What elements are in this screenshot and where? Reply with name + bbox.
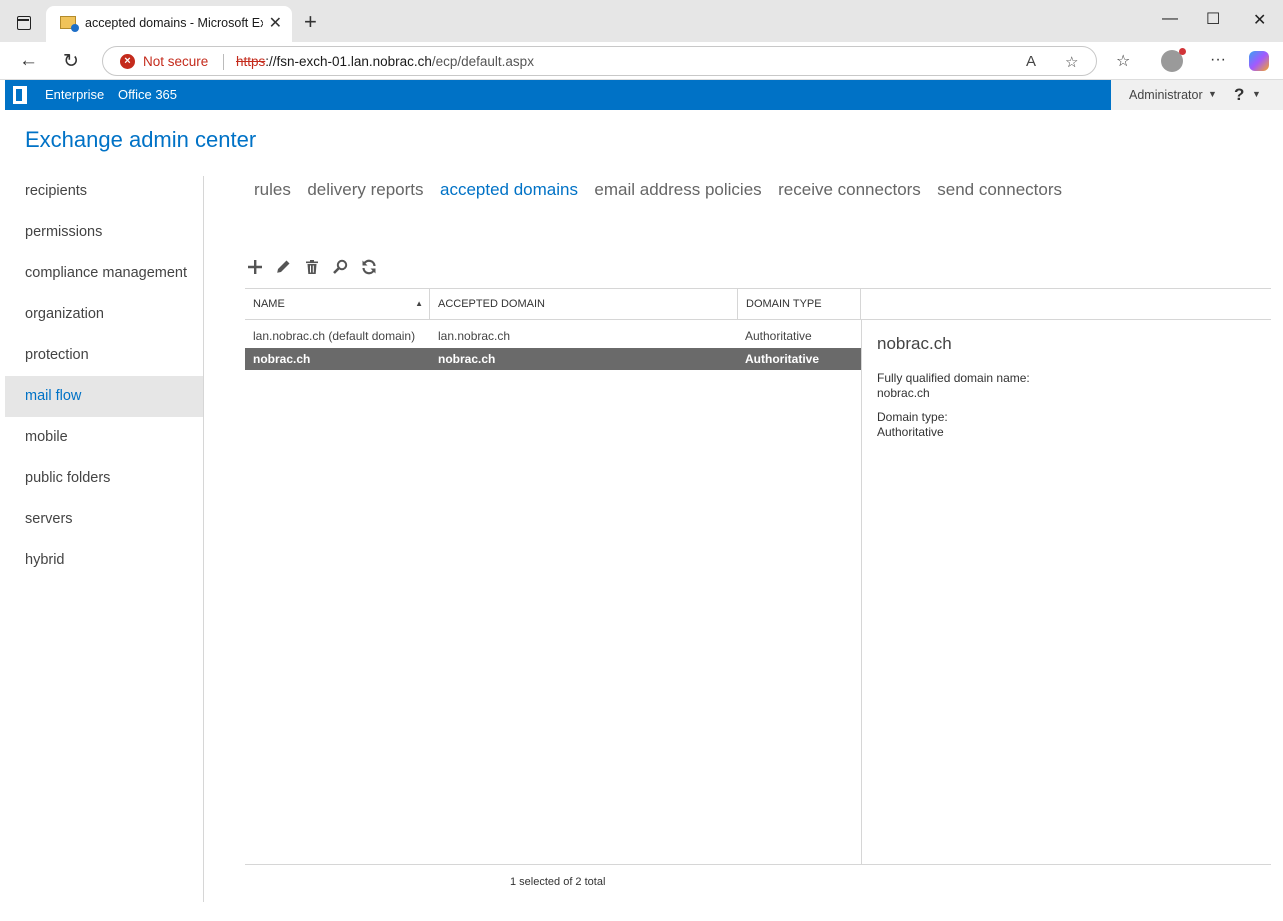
tab-actions-icon[interactable] (17, 16, 31, 30)
details-title: nobrac.ch (877, 334, 952, 353)
close-tab-icon[interactable]: ✕ (269, 13, 282, 33)
delete-trash-icon[interactable] (303, 258, 325, 278)
leftnav-item-public-folders[interactable]: public folders (5, 458, 203, 499)
column-header-domain-type[interactable]: DOMAIN TYPE (738, 289, 861, 319)
leftnav-item-hybrid[interactable]: hybrid (5, 540, 203, 581)
eac-header: Enterprise Office 365 (5, 80, 1111, 110)
subtab-bar: rules delivery reports accepted domains … (254, 180, 1074, 200)
table-row-selected[interactable]: nobrac.ch nobrac.ch Authoritative (245, 348, 861, 370)
nav-office365[interactable]: Office 365 (118, 87, 177, 102)
page-title: Exchange admin center (25, 127, 257, 152)
favorite-star-icon[interactable]: ☆ (1065, 53, 1078, 71)
fqdn-label: Fully qualified domain name: (877, 371, 1030, 385)
tab-email-address-policies[interactable]: email address policies (594, 180, 761, 200)
leftnav-item-mail-flow[interactable]: mail flow (5, 376, 203, 417)
tab-accepted-domains[interactable]: accepted domains (440, 180, 578, 200)
tab-send-connectors[interactable]: send connectors (937, 180, 1062, 200)
domain-type-value: Authoritative (877, 425, 944, 439)
browser-titlebar: accepted domains - Microsoft Exchange ✕ … (0, 0, 1283, 42)
cell-domain-type: Authoritative (745, 352, 820, 366)
chevron-down-icon[interactable]: ▼ (1252, 89, 1261, 99)
favorites-icon[interactable]: ☆ (1116, 51, 1130, 71)
refresh-icon[interactable] (360, 258, 382, 278)
refresh-icon[interactable]: ↻ (63, 50, 79, 73)
divider (223, 54, 224, 70)
notification-dot (1179, 48, 1186, 55)
column-header-accepted-domain[interactable]: ACCEPTED DOMAIN (430, 289, 738, 319)
divider (203, 176, 204, 902)
table-row[interactable]: lan.nobrac.ch (default domain) lan.nobra… (245, 325, 861, 347)
cell-name: nobrac.ch (253, 352, 311, 366)
grid-toolbar (246, 258, 384, 281)
not-secure-icon[interactable]: × (120, 54, 135, 69)
leftnav-item-organization[interactable]: organization (5, 294, 203, 335)
maximize-icon[interactable]: ☐ (1206, 9, 1220, 29)
leftnav-item-recipients[interactable]: recipients (5, 171, 203, 212)
user-menu[interactable]: Administrator (1129, 88, 1203, 102)
cell-accepted-domain: lan.nobrac.ch (438, 329, 511, 343)
address-bar[interactable]: × Not secure https://fsn-exch-01.lan.nob… (102, 46, 1097, 76)
domain-type-label: Domain type: (877, 410, 948, 424)
accepted-domains-grid: NAME ▲ ACCEPTED DOMAIN DOMAIN TYPE lan.n… (245, 288, 1271, 888)
tab-rules[interactable]: rules (254, 180, 291, 200)
edit-pencil-icon[interactable] (274, 258, 296, 278)
leftnav-item-permissions[interactable]: permissions (5, 212, 203, 253)
more-options-icon[interactable]: ··· (1210, 51, 1226, 69)
tab-title: accepted domains - Microsoft Exchange (85, 16, 263, 30)
tab-delivery-reports[interactable]: delivery reports (307, 180, 423, 200)
column-header-name[interactable]: NAME ▲ (245, 289, 430, 319)
divider (245, 864, 1271, 865)
new-tab-icon[interactable]: + (304, 9, 317, 35)
add-icon[interactable] (246, 258, 268, 278)
grid-header: NAME ▲ ACCEPTED DOMAIN DOMAIN TYPE (245, 288, 1271, 320)
url-text[interactable]: https://fsn-exch-01.lan.nobrac.ch/ecp/de… (236, 54, 534, 69)
leftnav-item-mobile[interactable]: mobile (5, 417, 203, 458)
divider (861, 320, 862, 864)
leftnav-item-servers[interactable]: servers (5, 499, 203, 540)
search-icon[interactable] (331, 258, 353, 278)
selection-status: 1 selected of 2 total (510, 876, 606, 888)
security-label[interactable]: Not secure (143, 54, 208, 69)
details-pane: nobrac.ch Fully qualified domain name: n… (877, 334, 1030, 449)
left-navigation: recipients permissions compliance manage… (5, 171, 203, 581)
user-area: Administrator ▼ ? ▼ (1111, 80, 1283, 110)
browser-toolbar: ← ↻ × Not secure https://fsn-exch-01.lan… (0, 42, 1283, 80)
read-aloud-icon[interactable]: A (1026, 53, 1036, 70)
back-icon[interactable]: ← (19, 50, 38, 72)
minimize-icon[interactable]: — (1162, 10, 1178, 28)
exchange-favicon-icon (60, 16, 79, 32)
nav-enterprise[interactable]: Enterprise (45, 87, 104, 102)
leftnav-item-compliance-management[interactable]: compliance management (5, 253, 203, 294)
fqdn-value: nobrac.ch (877, 386, 930, 400)
help-icon[interactable]: ? (1234, 85, 1244, 105)
chevron-down-icon[interactable]: ▼ (1208, 89, 1217, 99)
leftnav-item-protection[interactable]: protection (5, 335, 203, 376)
office-logo-icon (13, 86, 27, 104)
browser-tab[interactable]: accepted domains - Microsoft Exchange ✕ (46, 6, 292, 42)
copilot-icon[interactable] (1249, 51, 1269, 71)
sort-ascending-icon: ▲ (415, 299, 423, 308)
close-window-icon[interactable]: ✕ (1253, 10, 1266, 30)
cell-domain-type: Authoritative (745, 329, 812, 343)
tab-receive-connectors[interactable]: receive connectors (778, 180, 921, 200)
cell-accepted-domain: nobrac.ch (438, 352, 496, 366)
cell-name: lan.nobrac.ch (default domain) (253, 329, 416, 343)
